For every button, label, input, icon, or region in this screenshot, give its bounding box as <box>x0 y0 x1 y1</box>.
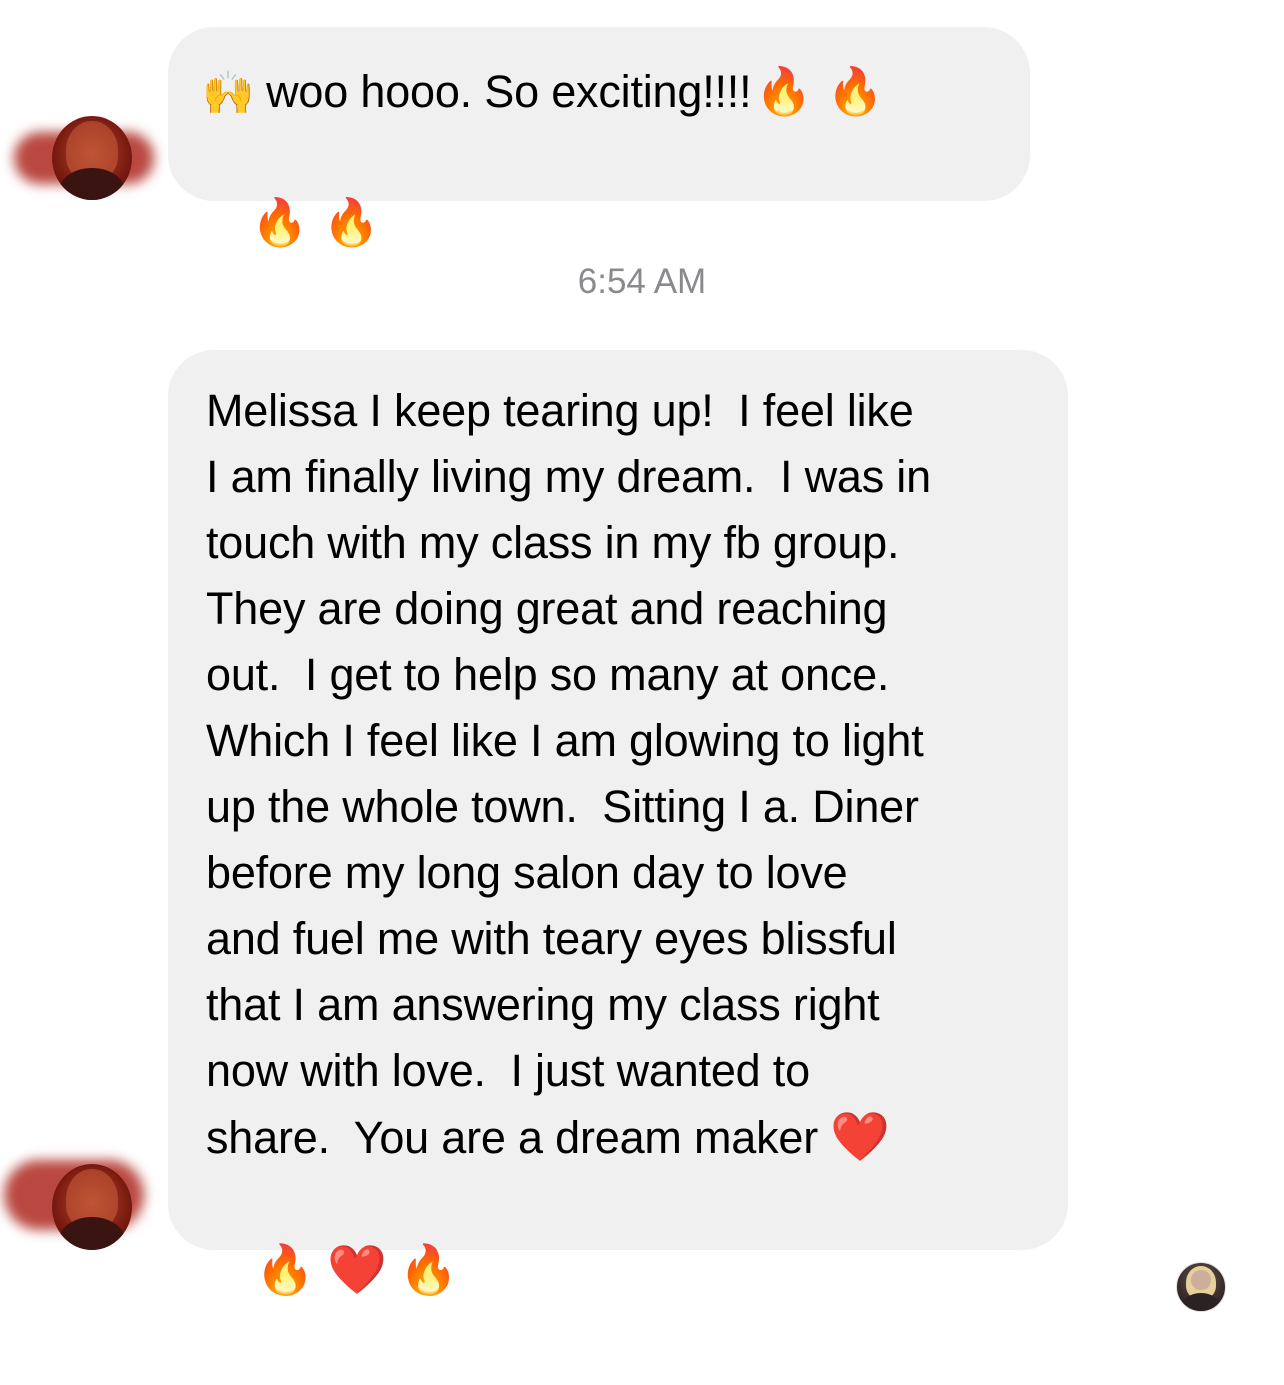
avatar-shoulders <box>58 168 126 200</box>
message-1-text: woo hooo. So exciting!!!! <box>266 66 752 117</box>
fire-emoji-icon: 🔥🔥 <box>755 64 898 118</box>
timestamp: 6:54 AM <box>577 262 707 301</box>
heart-emoji-icon: ❤️ <box>830 1109 890 1165</box>
message-1-line-1: 🙌 woo hooo. So exciting!!!!🔥🔥 <box>202 61 1030 121</box>
raised-hands-emoji-icon: 🙌 <box>202 68 255 117</box>
message-bubble-2[interactable]: Melissa I keep tearing up! I feel like I… <box>168 350 1068 1298</box>
avatar-shoulders <box>1180 1292 1222 1311</box>
message-2-text-block: Melissa I keep tearing up! I feel like I… <box>206 378 1068 1171</box>
read-receipt-avatar <box>1176 1262 1226 1312</box>
fire-heart-fire-emoji-icon: 🔥❤️🔥 <box>255 1242 471 1298</box>
sender-avatar[interactable] <box>52 1164 132 1250</box>
sender-avatar[interactable] <box>52 116 132 200</box>
avatar-shoulders <box>58 1217 126 1250</box>
fire-emoji-icon: 🔥🔥 <box>251 195 394 249</box>
message-bubble-1[interactable]: 🙌 woo hooo. So exciting!!!!🔥🔥 🔥🔥 <box>168 27 1030 249</box>
message-2-text: Melissa I keep tearing up! I feel like I… <box>206 385 931 1163</box>
avatar-face <box>1191 1269 1211 1290</box>
message-2-emoji-line: 🔥❤️🔥 <box>206 1171 1068 1370</box>
